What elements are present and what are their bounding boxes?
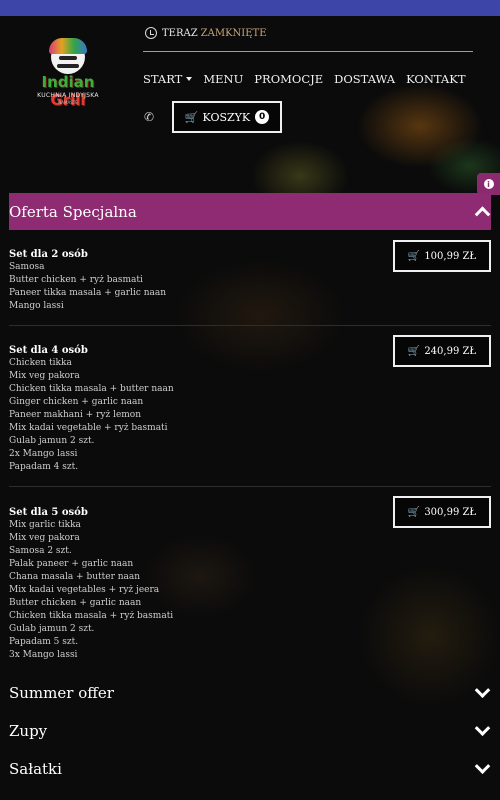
offer-line: Mango lassi xyxy=(9,301,64,311)
add-to-cart-button[interactable]: 🛒 240,99 ZŁ xyxy=(393,335,491,367)
cart-button[interactable]: 🛒 KOSZYK 0 xyxy=(172,101,282,133)
offer-line: 3x Mango lassi xyxy=(9,650,78,660)
add-to-cart-button[interactable]: 🛒 100,99 ZŁ xyxy=(393,240,491,272)
nav-item-start[interactable]: START xyxy=(143,72,193,86)
cart-icon: 🛒 xyxy=(407,250,421,262)
cart-count-badge: 0 xyxy=(255,110,270,124)
main-nav: START MENU PROMOCJE DOSTAWA KONTAKT xyxy=(143,72,477,86)
chevron-down-icon xyxy=(474,720,491,737)
nav-item-kontakt[interactable]: KONTAKT xyxy=(406,72,465,86)
offer-price: 100,99 ZŁ xyxy=(424,250,477,262)
section-header-zupy[interactable]: Zupy xyxy=(9,712,491,750)
cart-icon: 🛒 xyxy=(407,345,421,357)
offer-line: 2x Mango lassi xyxy=(9,449,78,459)
offer-line: Gulab jamun 2 szt. xyxy=(9,624,95,634)
offer-item: Set dla 4 osób Chicken tikka Mix veg pak… xyxy=(9,326,491,487)
header-divider xyxy=(143,51,473,52)
offer-line: Chicken tikka masala + ryż basmati xyxy=(9,611,174,621)
offer-line: Paneer makhani + ryż lemon xyxy=(9,410,142,420)
section-title: Zupy xyxy=(9,722,48,740)
offer-line: Paneer tikka masala + garlic naan xyxy=(9,288,167,298)
logo-turban xyxy=(49,38,87,54)
status-value: ZAMKNIĘTE xyxy=(200,27,267,39)
offer-item: Set dla 2 osób Samosa Butter chicken + r… xyxy=(9,230,491,326)
offer-line: Mix veg pakora xyxy=(9,533,80,543)
offer-line: Mix kadai vegetable + ryż basmati xyxy=(9,423,168,433)
site-header: Indian Grill KUCHNIA INDYJSKA NAMASTE TE… xyxy=(0,16,500,191)
nav-item-menu[interactable]: MENU xyxy=(203,72,243,86)
chevron-down-icon xyxy=(474,682,491,699)
section-title: Summer offer xyxy=(9,684,114,702)
section-header-summer-offer[interactable]: Summer offer xyxy=(9,674,491,712)
phone-icon[interactable]: ✆ xyxy=(144,110,158,124)
offer-line: Gulab jamun 2 szt. xyxy=(9,436,95,446)
offer-line: Palak paneer + garlic naan xyxy=(9,559,134,569)
offer-list: Set dla 2 osób Samosa Butter chicken + r… xyxy=(9,230,491,673)
logo-mustache xyxy=(57,64,79,68)
section-title: Oferta Specjalna xyxy=(9,202,137,221)
nav-item-promocje[interactable]: PROMOCJE xyxy=(254,72,323,86)
logo-tagline: NAMASTE xyxy=(58,100,78,105)
logo-subtitle: KUCHNIA INDYJSKA xyxy=(37,92,99,99)
offer-line: Ginger chicken + garlic naan xyxy=(9,397,144,407)
top-accent-bar xyxy=(0,0,500,16)
offer-price: 300,99 ZŁ xyxy=(424,506,477,518)
chevron-down-icon xyxy=(474,758,491,775)
offer-line: Chana masala + butter naan xyxy=(9,572,141,582)
section-title: Sałatki xyxy=(9,760,62,778)
offer-item: Set dla 5 osób Mix garlic tikka Mix veg … xyxy=(9,487,491,673)
clock-icon xyxy=(145,27,157,39)
logo[interactable]: Indian Grill KUCHNIA INDYJSKA NAMASTE xyxy=(26,38,110,109)
add-to-cart-button[interactable]: 🛒 300,99 ZŁ xyxy=(393,496,491,528)
caret-down-icon xyxy=(186,77,193,81)
logo-glasses xyxy=(59,56,77,60)
offer-price: 240,99 ZŁ xyxy=(424,345,477,357)
info-icon: i xyxy=(483,179,494,189)
offer-line: Papadam 4 szt. xyxy=(9,462,79,472)
section-header-salatki[interactable]: Sałatki xyxy=(9,750,491,788)
nav-item-dostawa[interactable]: DOSTAWA xyxy=(334,72,395,86)
status-label: TERAZ xyxy=(162,27,198,39)
chevron-up-icon xyxy=(474,205,491,222)
info-tab[interactable]: i xyxy=(477,173,500,195)
opening-status: TERAZ ZAMKNIĘTE xyxy=(145,26,267,40)
offer-line: Butter chicken + garlic naan xyxy=(9,598,142,608)
cart-icon: 🛒 xyxy=(184,110,199,124)
offer-line: Samosa 2 szt. xyxy=(9,546,72,556)
offer-line: Mix kadai vegetables + ryż jeera xyxy=(9,585,160,595)
offer-line: Papadam 5 szt. xyxy=(9,637,79,647)
offer-line: Butter chicken + ryż basmati xyxy=(9,275,143,285)
section-header-oferta-specjalna[interactable]: Oferta Specjalna xyxy=(9,193,491,230)
offer-line: Mix veg pakora xyxy=(9,371,80,381)
cart-label: KOSZYK xyxy=(202,110,251,124)
offer-line: Chicken tikka masala + butter naan xyxy=(9,384,174,394)
cart-icon: 🛒 xyxy=(407,506,421,518)
